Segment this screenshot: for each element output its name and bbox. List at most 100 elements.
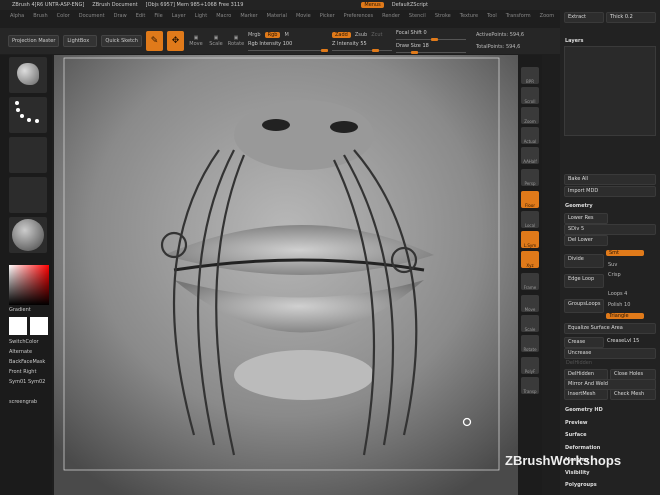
menu-document[interactable]: Document (79, 13, 105, 19)
brush-thumbnail[interactable] (9, 57, 47, 93)
rstrip-xyz-button[interactable]: Xyz (521, 251, 539, 268)
menu-stroke[interactable]: Stroke (435, 13, 451, 19)
del-lower-button[interactable]: Del Lower (564, 235, 608, 246)
viewport-canvas[interactable] (54, 55, 518, 495)
alternate-button[interactable]: Alternate (9, 349, 32, 355)
import-mdd-button[interactable]: Import MDD (564, 186, 656, 197)
section-geometry-hd[interactable]: Geometry HD (565, 407, 603, 413)
menu-texture[interactable]: Texture (460, 13, 478, 19)
rstrip-zoom-button[interactable]: Zoom (521, 107, 539, 124)
stroke-thumbnail[interactable] (9, 97, 47, 133)
rstrip-scale-button[interactable]: Scale (521, 315, 539, 332)
rstrip-transp-button[interactable]: Transp (521, 377, 539, 394)
menu-preferences[interactable]: Preferences (344, 13, 373, 19)
rotate-button[interactable]: ▣ Rotate (228, 31, 244, 51)
scale-button[interactable]: ▣ Scale (208, 31, 224, 51)
section-surface[interactable]: Surface (565, 432, 587, 438)
menu-picker[interactable]: Picker (320, 13, 335, 19)
menu-zoom[interactable]: Zoom (540, 13, 554, 19)
menu-tool[interactable]: Tool (487, 13, 497, 19)
menu-alpha[interactable]: Alpha (10, 13, 24, 19)
layers-header[interactable]: Layers (565, 38, 584, 44)
lower-res-button[interactable]: Lower Res (564, 213, 608, 224)
alpha-thumbnail[interactable] (9, 137, 47, 173)
menus-button[interactable]: Menus (361, 2, 384, 8)
delhidden-button[interactable]: DelHidden (566, 360, 592, 366)
rstrip-rotate-button[interactable]: Rotate (521, 335, 539, 352)
rstrip-polyf-button[interactable]: PolyF (521, 357, 539, 374)
draw-button[interactable]: ✥ (166, 31, 184, 51)
rstrip-floor-button[interactable]: Floor (521, 191, 539, 208)
move-button[interactable]: ▣ Move (188, 31, 204, 51)
bake-all-button[interactable]: Bake All (564, 174, 656, 185)
rgb-toggle[interactable]: Rgb (264, 31, 281, 38)
texture-thumbnail[interactable] (9, 177, 47, 213)
menu-movie[interactable]: Movie (296, 13, 311, 19)
front-right-button[interactable]: Front Right (9, 369, 36, 375)
lightbox-button[interactable]: LightBox (63, 35, 98, 47)
sdiv-slider[interactable]: SDiv 5 (564, 224, 656, 235)
color-picker[interactable] (9, 265, 49, 305)
layers-list[interactable] (564, 46, 656, 136)
draw-size-slider[interactable]: Draw Size 18 (395, 43, 466, 54)
menu-edit[interactable]: Edit (136, 13, 146, 19)
menu-draw[interactable]: Draw (114, 13, 127, 19)
menu-render[interactable]: Render (382, 13, 400, 19)
crease-level-slider[interactable]: CreaseLvl 15 (607, 338, 639, 344)
rstrip-bpr-button[interactable]: BPR (521, 67, 539, 84)
section-polygroups[interactable]: Polygroups (565, 482, 597, 488)
zsub-toggle[interactable]: Zsub (355, 32, 367, 38)
crease-button[interactable]: Crease (564, 337, 604, 348)
backface-mask-button[interactable]: BackFaceMask (9, 359, 45, 365)
smt-toggle[interactable]: Smt (606, 250, 644, 256)
polish-slider[interactable]: Polish 10 (608, 302, 630, 308)
suv-toggle[interactable]: Suv (608, 262, 617, 268)
menu-macro[interactable]: Macro (216, 13, 231, 19)
divide-button[interactable]: Divide (564, 254, 604, 268)
rstrip-persp-button[interactable]: Persp (521, 169, 539, 186)
menu-marker[interactable]: Marker (240, 13, 257, 19)
triangle-toggle[interactable]: Triangle (606, 313, 644, 319)
geometry-header[interactable]: Geometry (565, 203, 593, 209)
m-toggle[interactable]: M (284, 32, 288, 38)
thick-slider[interactable]: Thick 0.2 (606, 12, 656, 23)
rstrip-frame-button[interactable]: Frame (521, 273, 539, 290)
loops-slider[interactable]: Loops 4 (608, 291, 627, 297)
mrgb-toggle[interactable]: Mrgb (248, 32, 261, 38)
section-deformation[interactable]: Deformation (565, 445, 600, 451)
material-thumbnail[interactable] (9, 217, 47, 253)
section-visibility[interactable]: Visibility (565, 470, 590, 476)
main-color-swatch[interactable] (9, 317, 27, 335)
z-intensity-slider[interactable]: Z Intensity 55 (331, 41, 392, 52)
sym-buttons[interactable]: Sym01 Sym02 (9, 379, 45, 385)
menu-color[interactable]: Color (57, 13, 70, 19)
crisp-toggle[interactable]: Crisp (608, 272, 621, 278)
rstrip-move-button[interactable]: Move (521, 295, 539, 312)
extract-button[interactable]: Extract (564, 12, 604, 23)
edit-button[interactable]: ✎ (145, 31, 163, 51)
rstrip-lsym-button[interactable]: L.Sym (521, 231, 539, 248)
menu-brush[interactable]: Brush (33, 13, 47, 19)
menu-file[interactable]: File (154, 13, 162, 19)
insert-mesh-button[interactable]: InsertMesh (564, 389, 608, 400)
secondary-color-swatch[interactable] (30, 317, 48, 335)
uncrease-button[interactable]: Uncrease (564, 348, 656, 359)
check-mesh-button[interactable]: Check Mesh (610, 389, 656, 400)
menu-light[interactable]: Light (195, 13, 207, 19)
rstrip-scroll-button[interactable]: Scroll (521, 87, 539, 104)
default-script[interactable]: DefaultZScript (392, 2, 428, 8)
projection-master-button[interactable]: Projection Master (8, 35, 60, 47)
menu-transform[interactable]: Transform (506, 13, 531, 19)
edge-loop-button[interactable]: Edge Loop (564, 274, 604, 288)
menu-layer[interactable]: Layer (172, 13, 186, 19)
focal-shift-slider[interactable]: Focal Shift 0 (395, 30, 466, 41)
quick-sketch-button[interactable]: Quick Sketch (101, 35, 142, 47)
switch-color-button[interactable]: SwitchColor (9, 339, 39, 345)
rstrip-actual-button[interactable]: Actual (521, 127, 539, 144)
menu-stencil[interactable]: Stencil (409, 13, 426, 19)
menu-material[interactable]: Material (267, 13, 287, 19)
equalize-surface-area-button[interactable]: Equalize Surface Area (564, 323, 656, 334)
zadd-toggle[interactable]: Zadd (331, 31, 351, 38)
rstrip-local-button[interactable]: Local (521, 211, 539, 228)
zcut-toggle[interactable]: Zcut (371, 32, 382, 38)
